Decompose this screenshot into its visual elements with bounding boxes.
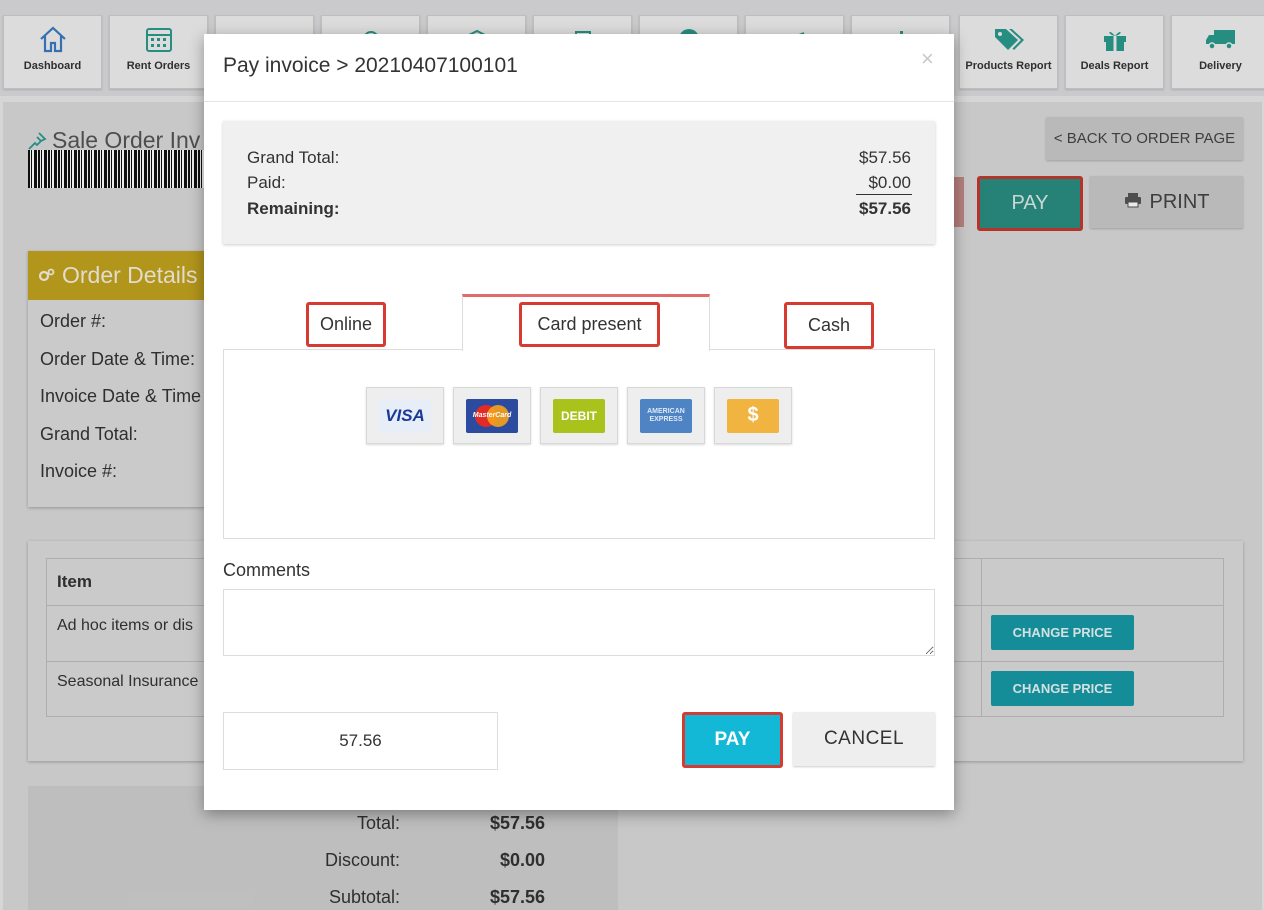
mastercard-text: MasterCard <box>472 412 512 419</box>
grand-total-value: $57.56 <box>859 148 911 167</box>
cash-payment-button[interactable]: $ <box>714 387 792 444</box>
mastercard-button[interactable]: MasterCard <box>453 387 531 444</box>
mastercard-icon: MasterCard <box>466 398 518 433</box>
visa-card-button[interactable]: VISA <box>366 387 444 444</box>
amount-input[interactable] <box>223 712 498 770</box>
tab-online[interactable]: Online <box>306 302 386 347</box>
remaining-label: Remaining: <box>247 199 340 218</box>
comments-label: Comments <box>223 560 311 580</box>
summary-rule <box>856 194 912 195</box>
modal-divider <box>204 101 954 102</box>
grand-total-label: Grand Total: <box>247 148 340 167</box>
amex-card-button[interactable]: AMERICAN EXPRESS <box>627 387 705 444</box>
pay-invoice-modal: Pay invoice > 20210407100101 × Grand Tot… <box>204 34 954 810</box>
cash-dollar-icon: $ <box>727 398 779 433</box>
paid-label: Paid: <box>247 173 286 192</box>
remaining-value: $57.56 <box>859 199 911 218</box>
modal-title: Pay invoice > 20210407100101 <box>223 54 518 77</box>
modal-pay-button[interactable]: PAY <box>682 712 783 768</box>
tab-card-present[interactable]: Card present <box>519 302 660 347</box>
tab-cash[interactable]: Cash <box>784 302 874 349</box>
close-icon[interactable]: × <box>921 46 934 72</box>
amex-card-icon: AMERICAN EXPRESS <box>640 398 692 433</box>
visa-card-icon: VISA <box>379 398 431 433</box>
card-present-pane <box>223 349 935 539</box>
paid-value: $0.00 <box>868 173 911 192</box>
debit-card-icon: DEBIT <box>553 398 605 433</box>
payment-summary: Grand Total: $57.56 Paid: $0.00 Remainin… <box>223 121 935 244</box>
debit-card-button[interactable]: DEBIT <box>540 387 618 444</box>
comments-textarea[interactable] <box>223 589 935 656</box>
modal-cancel-button[interactable]: CANCEL <box>793 712 935 766</box>
